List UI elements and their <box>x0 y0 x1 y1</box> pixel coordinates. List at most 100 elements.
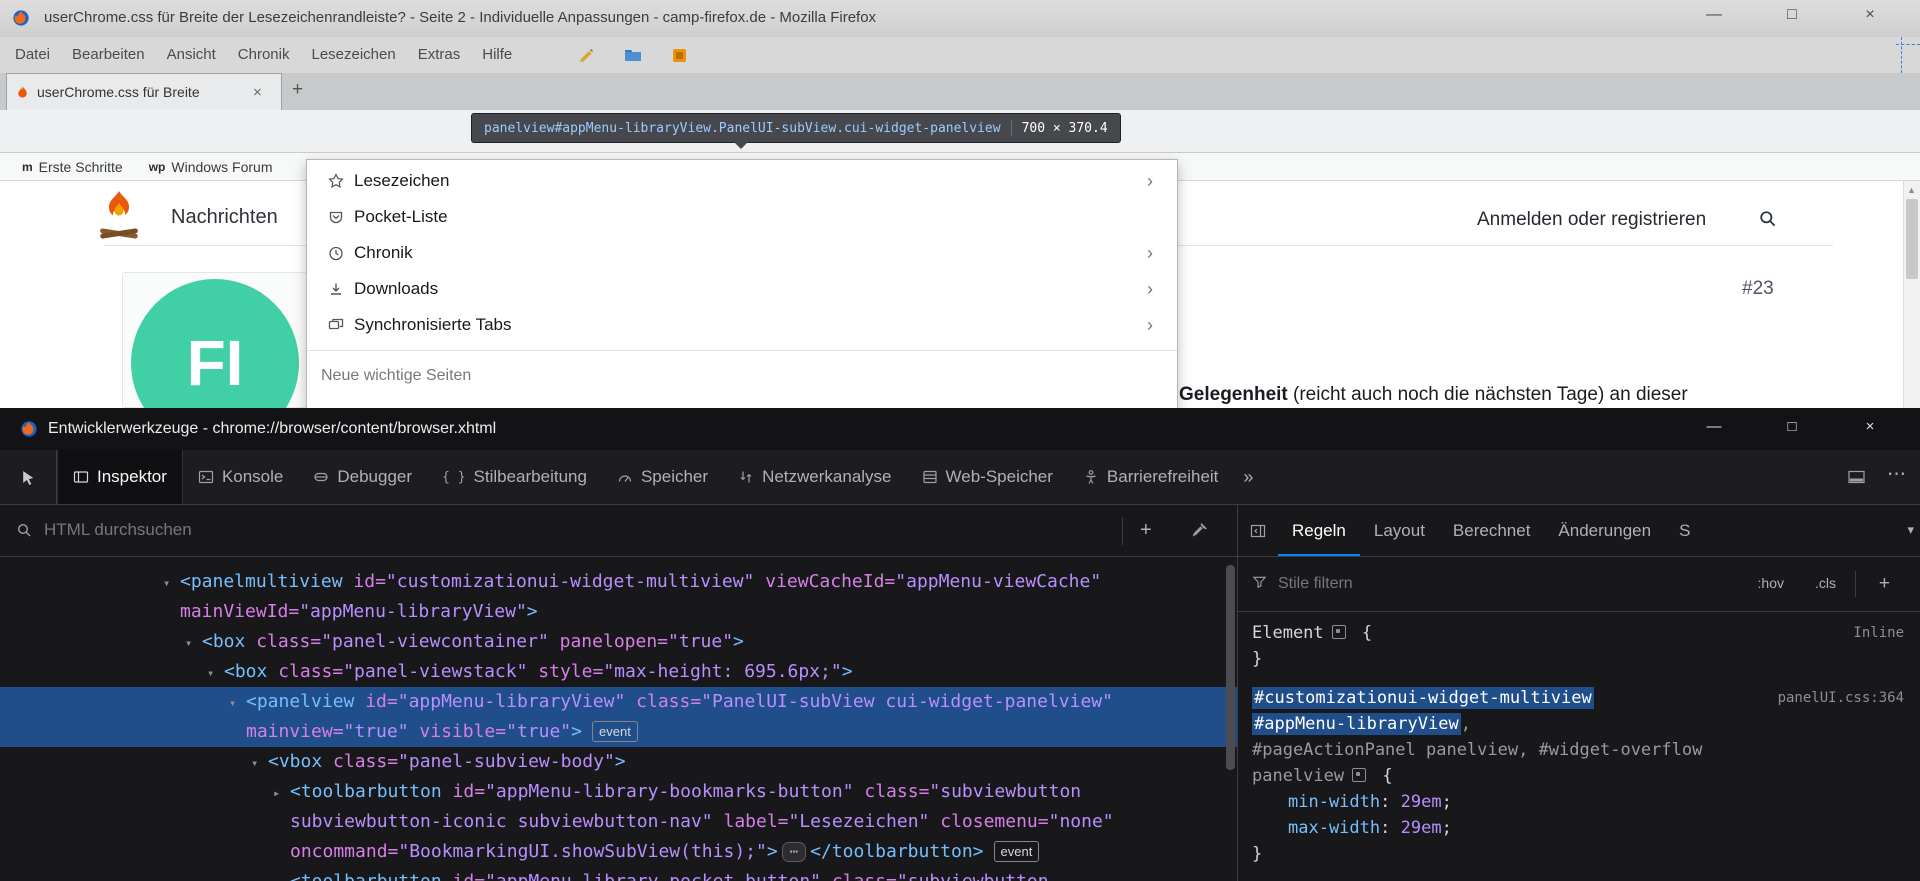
folder-icon[interactable] <box>622 44 644 66</box>
minimize-button[interactable]: — <box>1696 418 1732 435</box>
panel-item-downloads[interactable]: Downloads › <box>307 271 1177 307</box>
panel-item-pocket[interactable]: Pocket-Liste <box>307 199 1177 235</box>
download-icon <box>328 281 344 297</box>
markup-row[interactable]: ▾<box class="panel-viewcontainer" panelo… <box>0 627 1237 657</box>
devtools-menu-icon[interactable]: ⋯ <box>1887 463 1906 486</box>
panel-item-synced-tabs[interactable]: Synchronisierte Tabs › <box>307 307 1177 343</box>
sidebar-tab-s[interactable]: S <box>1665 505 1704 556</box>
menu-bearbeiten[interactable]: Bearbeiten <box>61 37 156 73</box>
page-search-icon[interactable] <box>1758 209 1777 228</box>
menu-hilfe[interactable]: Hilfe <box>471 37 523 73</box>
sidebar-dropdown-icon[interactable]: ▾ <box>1907 505 1914 555</box>
scrollbar-thumb[interactable] <box>1906 199 1918 279</box>
menu-chronik[interactable]: Chronik <box>227 37 301 73</box>
gauge-icon <box>617 469 633 485</box>
expand-twisty-icon[interactable]: ▾ <box>229 688 246 718</box>
rule-line[interactable]: #pageActionPanel panelview, #widget-over… <box>1238 737 1920 763</box>
stylesheet-link[interactable]: panelUI.css:364 <box>1778 685 1904 711</box>
expand-twisty-icon[interactable]: ▾ <box>185 628 202 658</box>
add-rule-icon[interactable]: + <box>1879 557 1890 610</box>
expand-twisty-icon[interactable]: ▸ <box>273 778 290 808</box>
node-picker-icon[interactable] <box>0 450 57 504</box>
markup-scrollbar[interactable] <box>1226 565 1235 770</box>
markup-row[interactable]: ▾<box class="panel-viewstack" style="max… <box>0 657 1237 687</box>
selector-highlighter-icon[interactable] <box>1332 625 1346 639</box>
devtools-tab-debugger[interactable]: Debugger <box>298 450 427 504</box>
menu-ansicht[interactable]: Ansicht <box>156 37 227 73</box>
sidebar-toggle-icon[interactable] <box>1238 505 1278 556</box>
expand-twisty-icon[interactable]: ▾ <box>251 748 268 778</box>
forum-nav-item[interactable]: Nachrichten <box>171 206 278 229</box>
expand-twisty-icon[interactable]: ▾ <box>207 658 224 688</box>
eyedropper-icon[interactable] <box>1192 521 1209 538</box>
devtools-tab-web-speicher[interactable]: Web-Speicher <box>907 450 1068 504</box>
markup-row[interactable]: ▾<vbox class="panel-subview-body"> <box>0 747 1237 777</box>
bookmark-favicon: wp <box>149 160 166 174</box>
selector-highlighter-icon[interactable] <box>1352 768 1366 782</box>
panel-item-chronik[interactable]: Chronik › <box>307 235 1177 271</box>
rule-line[interactable]: panelview { <box>1238 763 1920 789</box>
scrollbar-up-icon[interactable]: ▲ <box>1905 185 1918 195</box>
tab-close-icon[interactable]: × <box>253 84 262 101</box>
menu-extras[interactable]: Extras <box>407 37 472 73</box>
html-search-row[interactable]: HTML durchsuchen + <box>0 505 1237 557</box>
sidebar-tab-layout[interactable]: Layout <box>1360 505 1439 556</box>
close-button[interactable]: × <box>1852 418 1888 435</box>
sidebar-tabs: RegelnLayoutBerechnetÄnderungenS <box>1238 505 1920 557</box>
bookmark-favicon: m <box>22 160 33 174</box>
rule-line[interactable]: } <box>1238 841 1920 867</box>
rule-line[interactable]: Element {Inline <box>1238 620 1920 646</box>
campfire-logo[interactable] <box>96 189 142 243</box>
expand-twisty-icon[interactable]: ▸ <box>273 868 290 881</box>
stylesheet-link[interactable]: Inline <box>1853 620 1904 646</box>
tab-title: userChrome.css für Breite <box>37 84 247 100</box>
browser-tab[interactable]: userChrome.css für Breite × <box>6 73 282 110</box>
close-button[interactable]: × <box>1852 6 1888 24</box>
devtools-tab-konsole[interactable]: Konsole <box>183 450 298 504</box>
panel-item-lesezeichen[interactable]: Lesezeichen › <box>307 163 1177 199</box>
filter-placeholder: Stile filtern <box>1278 557 1353 610</box>
sidebar-tab-berechnet[interactable]: Berechnet <box>1439 505 1545 556</box>
markup-row[interactable]: ▸<toolbarbutton id="appMenu-library-pock… <box>0 867 1237 881</box>
devtools-tab-stilbearbeitung[interactable]: { } Stilbearbeitung <box>427 450 602 504</box>
maximize-button[interactable]: □ <box>1774 6 1810 24</box>
devtools-tab-inspektor[interactable]: Inspektor <box>57 450 183 504</box>
css-rule[interactable]: Element {Inline} <box>1238 620 1920 672</box>
pencil-icon[interactable] <box>576 44 598 66</box>
post-number[interactable]: #23 <box>1742 278 1774 300</box>
css-rule[interactable]: #customizationui-widget-multiviewpanelUI… <box>1238 685 1920 867</box>
sidebar-tab-änderungen[interactable]: Änderungen <box>1544 505 1665 556</box>
markup-row[interactable]: ▾<panelview id="appMenu-libraryView" cla… <box>0 687 1237 747</box>
firefox-icon <box>12 9 30 27</box>
rule-line[interactable]: #customizationui-widget-multiviewpanelUI… <box>1238 685 1920 711</box>
devtools-tab-barrierefreiheit[interactable]: Barrierefreiheit <box>1068 450 1234 504</box>
rule-line[interactable]: max-width: 29em; <box>1238 815 1920 841</box>
node-highlighter-tooltip: panelview#appMenu-libraryView.PanelUI-su… <box>471 113 1121 143</box>
expand-twisty-icon[interactable]: ▾ <box>163 568 180 598</box>
devtools-tab-netzwerkanalyse[interactable]: Netzwerkanalyse <box>723 450 906 504</box>
rule-line[interactable]: min-width: 29em; <box>1238 789 1920 815</box>
dock-side-icon[interactable] <box>1847 469 1866 485</box>
tooltip-divider <box>1011 120 1012 136</box>
new-tab-button[interactable]: + <box>292 79 303 101</box>
class-toggle[interactable]: .cls <box>1815 557 1836 610</box>
minimize-button[interactable]: — <box>1696 6 1732 24</box>
addon-icon[interactable] <box>668 44 690 66</box>
pseudo-class-toggle[interactable]: :hov <box>1758 557 1784 610</box>
signin-link[interactable]: Anmelden oder registrieren <box>1477 209 1706 231</box>
menu-lesezeichen[interactable]: Lesezeichen <box>300 37 406 73</box>
markup-row[interactable]: ▾<panelmultiview id="customizationui-wid… <box>0 567 1237 627</box>
markup-row[interactable]: ▸<toolbarbutton id="appMenu-library-book… <box>0 777 1237 867</box>
add-node-icon[interactable]: + <box>1140 505 1152 555</box>
menu-datei[interactable]: Datei <box>4 37 61 73</box>
bookmark-item[interactable]: wpWindows Forum <box>149 159 273 175</box>
devtools-window: Entwicklerwerkzeuge - chrome://browser/c… <box>0 408 1920 881</box>
rule-line[interactable]: #appMenu-libraryView, <box>1238 711 1920 737</box>
more-tools-icon[interactable]: » <box>1233 450 1263 504</box>
rule-line[interactable]: } <box>1238 646 1920 672</box>
style-filter-row[interactable]: Stile filtern :hov .cls + <box>1238 557 1920 612</box>
devtools-tab-speicher[interactable]: Speicher <box>602 450 723 504</box>
bookmark-item[interactable]: mErste Schritte <box>22 159 123 175</box>
sidebar-tab-regeln[interactable]: Regeln <box>1278 505 1360 556</box>
maximize-button[interactable]: □ <box>1774 418 1810 435</box>
